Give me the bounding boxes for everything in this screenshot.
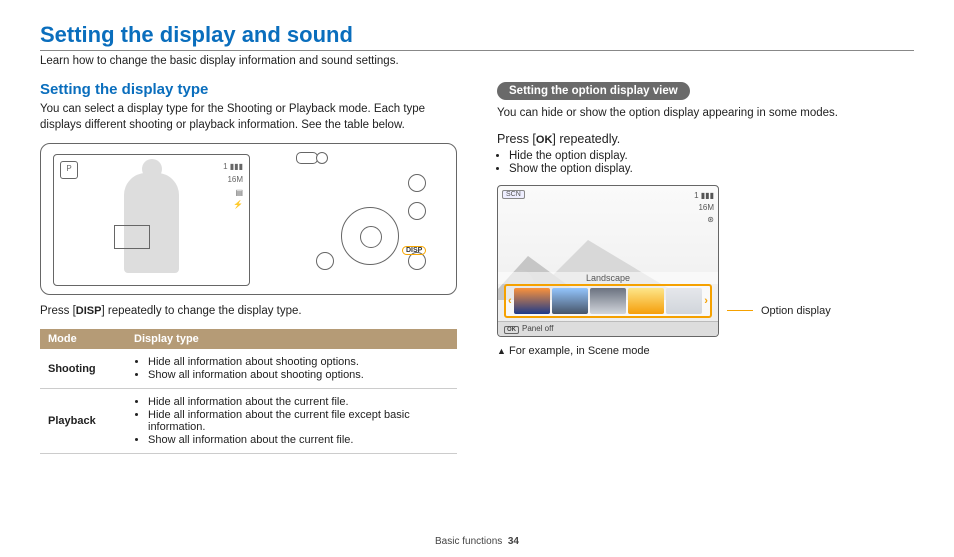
page-title: Setting the display and sound xyxy=(40,22,914,51)
aux-button-1-icon xyxy=(408,174,426,192)
th-mode: Mode xyxy=(40,329,126,349)
camera-controls: DISP xyxy=(296,152,446,286)
press-disp-instruction: Press [DISP] repeatedly to change the di… xyxy=(40,305,457,317)
cell-mode-playback: Playback xyxy=(40,389,126,454)
subject-silhouette xyxy=(124,173,179,273)
option-thumb xyxy=(514,288,550,314)
cell-types-playback: Hide all information about the current f… xyxy=(126,389,457,454)
option-display-desc: You can hide or show the option display … xyxy=(497,106,914,122)
table-row: Playback Hide all information about the … xyxy=(40,389,457,454)
press-ok-instruction: Press [OK] repeatedly. xyxy=(497,132,914,146)
ok-effects-list: Hide the option display. Show the option… xyxy=(509,150,914,175)
option-display-callout: Option display xyxy=(761,305,831,317)
disp-button-highlight: DISP xyxy=(402,246,426,255)
triangle-up-icon: ▲ xyxy=(497,346,506,356)
table-row: Shooting Hide all information about shoo… xyxy=(40,349,457,389)
example-caption: ▲ For example, in Scene mode xyxy=(497,345,914,357)
cell-types-shooting: Hide all information about shooting opti… xyxy=(126,349,457,389)
option-thumb xyxy=(666,288,702,314)
dpad-icon: DISP xyxy=(341,207,399,265)
section-display-type-heading: Setting the display type xyxy=(40,81,457,98)
option-display-pill: Setting the option display view xyxy=(497,82,690,100)
callout-line xyxy=(727,310,753,311)
option-display-strip: ‹ › xyxy=(504,284,712,318)
option-thumb xyxy=(552,288,588,314)
panel-off-bar: OKPanel off xyxy=(498,321,718,336)
page-footer: Basic functions 34 xyxy=(0,536,954,547)
camera-back-figure: P 1 ▮▮▮ 16M ▤ ⚡ DISP xyxy=(40,143,457,295)
mode-icon: P xyxy=(60,161,78,179)
chevron-right-icon: › xyxy=(704,295,708,307)
focus-frame xyxy=(114,225,150,249)
option-thumb xyxy=(590,288,626,314)
option-thumb xyxy=(628,288,664,314)
chevron-left-icon: ‹ xyxy=(508,295,512,307)
aux-button-4-icon xyxy=(316,252,334,270)
lcd-example: SCN 1 ▮▮▮ 16M ⊛ Landscape ‹ › OKPa xyxy=(497,185,719,337)
power-button-icon xyxy=(316,152,328,164)
page-lead: Learn how to change the basic display in… xyxy=(40,55,914,67)
screen-status-icons: 1 ▮▮▮ 16M ▤ ⚡ xyxy=(223,161,243,212)
camera-screen: P 1 ▮▮▮ 16M ▤ ⚡ xyxy=(53,154,250,286)
scn-badge-icon: SCN xyxy=(502,190,525,199)
cell-mode-shooting: Shooting xyxy=(40,349,126,389)
th-display-type: Display type xyxy=(126,329,457,349)
section-display-type-desc: You can select a display type for the Sh… xyxy=(40,102,457,133)
selected-option-label: Landscape xyxy=(498,272,718,284)
display-type-table: Mode Display type Shooting Hide all info… xyxy=(40,329,457,454)
lcd-status-icons: 1 ▮▮▮ 16M ⊛ xyxy=(694,190,714,226)
aux-button-2-icon xyxy=(408,202,426,220)
ok-icon: OK xyxy=(504,326,519,334)
shutter-button-icon xyxy=(296,152,318,164)
